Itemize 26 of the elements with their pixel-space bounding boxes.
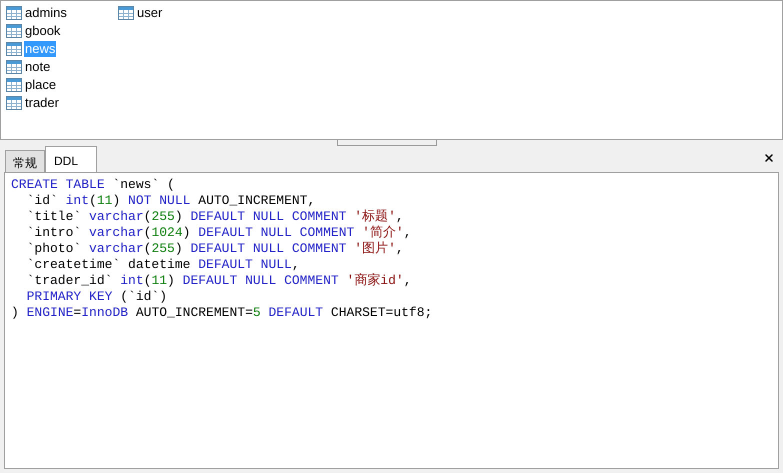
table-icon xyxy=(6,6,22,20)
code-line: `createtime` datetime DEFAULT NULL, xyxy=(26,257,300,273)
table-icon xyxy=(118,6,134,20)
table-name[interactable]: admins xyxy=(24,5,68,21)
code-line: `id` int(11) NOT NULL AUTO_INCREMENT, xyxy=(26,193,316,209)
tab[interactable]: 常规 xyxy=(5,150,45,172)
table-icon xyxy=(6,96,22,110)
table-name[interactable]: gbook xyxy=(24,23,62,39)
splitter-handle[interactable] xyxy=(336,140,436,146)
close-icon[interactable] xyxy=(763,152,775,164)
tab[interactable]: DDL xyxy=(45,146,97,172)
code-line: `photo` varchar(255) DEFAULT NULL COMMENT '图片', xyxy=(26,241,404,257)
table-icon xyxy=(6,24,22,38)
table-name[interactable]: trader xyxy=(24,95,60,111)
table-icon xyxy=(6,60,22,74)
table-name[interactable]: note xyxy=(24,59,52,75)
code-line: `title` varchar(255) DEFAULT NULL COMMENT '标题', xyxy=(26,209,404,225)
table-name[interactable]: user xyxy=(136,5,164,21)
code-line: PRIMARY KEY (`id`) xyxy=(26,289,168,305)
code-line: ) ENGINE=InnoDB AUTO_INCREMENT=5 DEFAULT CHARSET=utf8; xyxy=(11,305,432,321)
table-name[interactable]: place xyxy=(24,77,58,93)
table-icon xyxy=(6,78,22,92)
code-line: `intro` varchar(1024) DEFAULT NULL COMMENT '简介', xyxy=(26,225,412,241)
code-line: `trader_id` int(11) DEFAULT NULL COMMENT '商家id', xyxy=(26,273,412,289)
code-line: CREATE TABLE `news` ( xyxy=(11,177,175,193)
table-icon xyxy=(6,42,22,56)
